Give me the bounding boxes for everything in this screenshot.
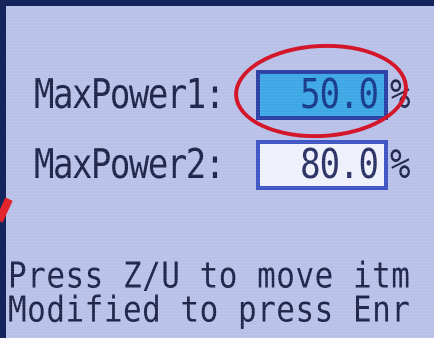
max-power-2-field[interactable]: 80.0 <box>256 140 388 190</box>
max-power-2-value: 80.0 <box>300 141 379 189</box>
max-power-1-label: MaxPower1: <box>34 71 225 119</box>
hint-modify-enter: Modified to press Enr <box>8 289 411 331</box>
lcd-screen: MaxPower1: 50.0 % MaxPower2: 80.0 % Pres… <box>0 0 434 338</box>
max-power-2-label: MaxPower2: <box>34 141 225 189</box>
max-power-2-unit: % <box>390 141 411 189</box>
right-edge-strip <box>434 0 446 338</box>
max-power-2-row: MaxPower2: 80.0 % <box>34 140 410 190</box>
red-circle-annotation <box>231 39 411 143</box>
